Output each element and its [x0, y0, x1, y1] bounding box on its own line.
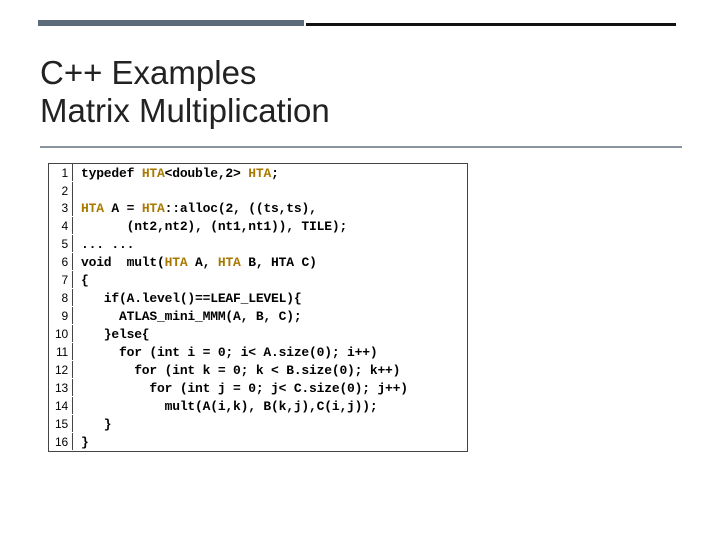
code-row: 3HTA A = HTA::alloc(2, ((ts,ts),	[49, 199, 467, 217]
code-text: HTA A = HTA::alloc(2, ((ts,ts),	[73, 199, 323, 217]
code-text: if(A.level()==LEAF_LEVEL){	[73, 289, 307, 307]
line-number: 6	[49, 253, 73, 270]
code-row: 12 for (int k = 0; k < B.size(0); k++)	[49, 361, 467, 379]
code-text	[73, 182, 87, 185]
title-underline	[40, 146, 682, 148]
line-number: 4	[49, 217, 73, 234]
title-line-2: Matrix Multiplication	[40, 92, 330, 129]
line-number: 13	[49, 379, 73, 396]
line-number: 7	[49, 271, 73, 288]
keyword-hta: HTA	[248, 166, 271, 181]
code-row: 4 (nt2,nt2), (nt1,nt1)), TILE);	[49, 217, 467, 235]
accent-bar-left	[38, 20, 304, 26]
line-number: 8	[49, 289, 73, 306]
code-row: 10 }else{	[49, 325, 467, 343]
code-text: (nt2,nt2), (nt1,nt1)), TILE);	[73, 217, 353, 235]
code-row: 9 ATLAS_mini_MMM(A, B, C);	[49, 307, 467, 325]
code-text: typedef HTA<double,2> HTA;	[73, 164, 285, 182]
code-text: for (int k = 0; k < B.size(0); k++)	[73, 361, 406, 379]
keyword-hta: HTA	[218, 255, 241, 270]
code-row: 11 for (int i = 0; i< A.size(0); i++)	[49, 343, 467, 361]
title-line-1: C++ Examples	[40, 54, 256, 91]
code-text: for (int i = 0; i< A.size(0); i++)	[73, 343, 383, 361]
line-number: 11	[49, 343, 73, 360]
code-row: 8 if(A.level()==LEAF_LEVEL){	[49, 289, 467, 307]
keyword-hta: HTA	[142, 166, 165, 181]
keyword-hta: HTA	[165, 255, 188, 270]
code-row: 2	[49, 182, 467, 199]
code-text: ... ...	[73, 235, 140, 253]
code-row: 16}	[49, 433, 467, 451]
code-text: ATLAS_mini_MMM(A, B, C);	[73, 307, 307, 325]
line-number: 10	[49, 325, 73, 342]
code-listing: 1typedef HTA<double,2> HTA;23HTA A = HTA…	[48, 163, 468, 452]
code-text: void mult(HTA A, HTA B, HTA C)	[73, 253, 323, 271]
code-text: for (int j = 0; j< C.size(0); j++)	[73, 379, 414, 397]
keyword-hta: HTA	[81, 201, 104, 216]
code-row: 7{	[49, 271, 467, 289]
line-number: 15	[49, 415, 73, 432]
slide-title: C++ Examples Matrix Multiplication	[40, 54, 680, 130]
code-row: 14 mult(A(i,k), B(k,j),C(i,j));	[49, 397, 467, 415]
line-number: 3	[49, 199, 73, 216]
line-number: 16	[49, 433, 73, 450]
line-number: 5	[49, 235, 73, 252]
keyword-hta: HTA	[142, 201, 165, 216]
slide: C++ Examples Matrix Multiplication 1type…	[0, 0, 720, 540]
code-row: 6void mult(HTA A, HTA B, HTA C)	[49, 253, 467, 271]
code-row: 15 }	[49, 415, 467, 433]
line-number: 9	[49, 307, 73, 324]
code-text: {	[73, 271, 95, 289]
code-row: 5... ...	[49, 235, 467, 253]
code-text: }	[73, 433, 95, 451]
code-text: }else{	[73, 325, 155, 343]
accent-bar-right	[306, 23, 676, 26]
line-number: 14	[49, 397, 73, 414]
code-row: 13 for (int j = 0; j< C.size(0); j++)	[49, 379, 467, 397]
code-text: }	[73, 415, 117, 433]
line-number: 1	[49, 164, 73, 181]
code-text: mult(A(i,k), B(k,j),C(i,j));	[73, 397, 383, 415]
line-number: 12	[49, 361, 73, 378]
code-row: 1typedef HTA<double,2> HTA;	[49, 164, 467, 182]
line-number: 2	[49, 182, 73, 199]
